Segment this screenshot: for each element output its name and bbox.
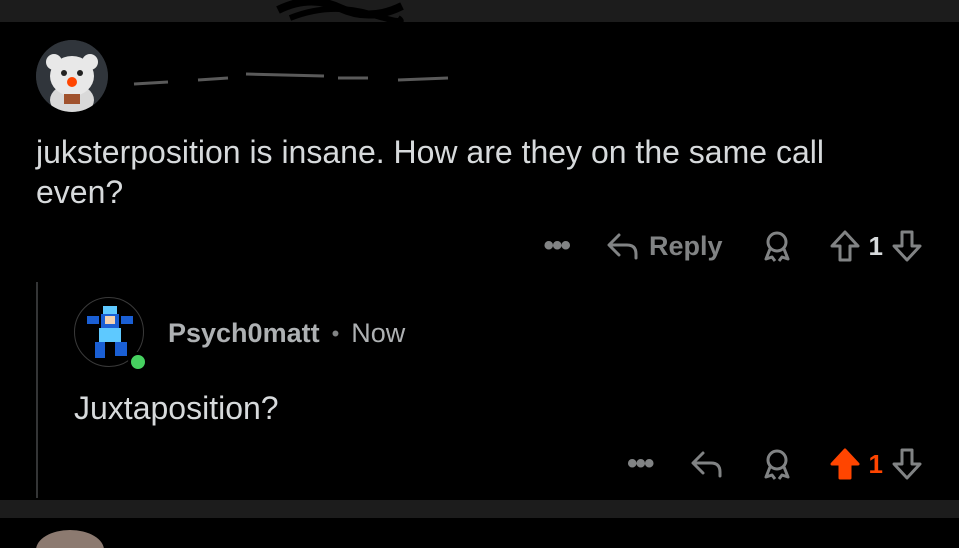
vote-count: 1 [868,230,883,261]
award-icon [761,448,793,480]
reply-vote-control: 1 [829,447,923,481]
reply-to-reply-button[interactable] [689,449,723,479]
reply-button[interactable]: Reply [605,231,723,262]
reply-comment-text: Juxtaposition? [74,390,279,426]
meta-separator: • [331,320,340,346]
bottom-divider [0,500,959,518]
redaction-scribble [276,0,404,22]
downvote-icon[interactable] [891,229,923,263]
reply-username[interactable]: Psych0matt [168,318,320,349]
vote-control: 1 [829,229,923,263]
online-status-dot [128,352,148,372]
reply-timestamp: Now [351,318,406,348]
reply-icon [689,449,723,479]
award-icon [761,230,793,262]
parent-avatar[interactable] [36,40,108,112]
parent-comment-text: juksterposition is insane. How are they … [36,134,824,210]
upvote-icon[interactable] [829,447,861,481]
parent-action-bar: ••• Reply 1 [543,224,923,268]
reply-icon [605,231,639,261]
award-button[interactable] [761,230,793,262]
reply-action-bar: ••• 1 [627,442,923,486]
next-comment-avatar[interactable] [36,530,104,548]
reply-label: Reply [649,230,723,261]
more-icon: ••• [627,447,654,480]
reply-award-button[interactable] [761,448,793,480]
more-icon: ••• [543,229,570,262]
upvote-icon[interactable] [829,229,861,263]
reply-vote-count: 1 [868,448,883,479]
reply-meta: Psych0matt • Now [168,318,405,349]
downvote-icon[interactable] [891,447,923,481]
more-options-button[interactable]: ••• [543,229,570,262]
comment-thread: juksterposition is insane. How are they … [0,0,959,548]
reply-more-options-button[interactable]: ••• [627,447,654,480]
redacted-username [133,72,449,86]
thread-line[interactable] [36,282,38,498]
top-divider [0,0,959,22]
